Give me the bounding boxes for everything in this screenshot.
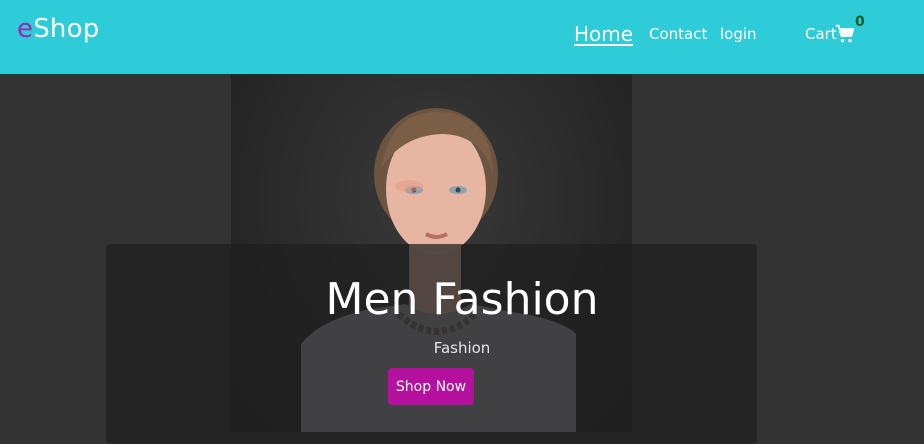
nav-login-link[interactable]: login — [720, 25, 757, 43]
nav-home-link[interactable]: Home — [574, 22, 633, 46]
cart-count-badge: 0 — [855, 14, 865, 30]
top-navbar: eShop Home Contact login Cart 0 — [0, 0, 924, 74]
brand-logo[interactable]: eShop — [17, 14, 99, 44]
shopping-cart-icon[interactable] — [835, 24, 855, 44]
hero-subtitle: Fashion — [433, 339, 491, 357]
shop-now-button[interactable]: Shop Now — [388, 368, 474, 405]
nav-cart-link[interactable]: Cart — [805, 25, 837, 43]
nav-contact-link[interactable]: Contact — [649, 25, 707, 43]
brand-e: e — [17, 14, 34, 44]
brand-name: Shop — [33, 14, 100, 44]
hero-title: Men Fashion — [325, 274, 599, 325]
